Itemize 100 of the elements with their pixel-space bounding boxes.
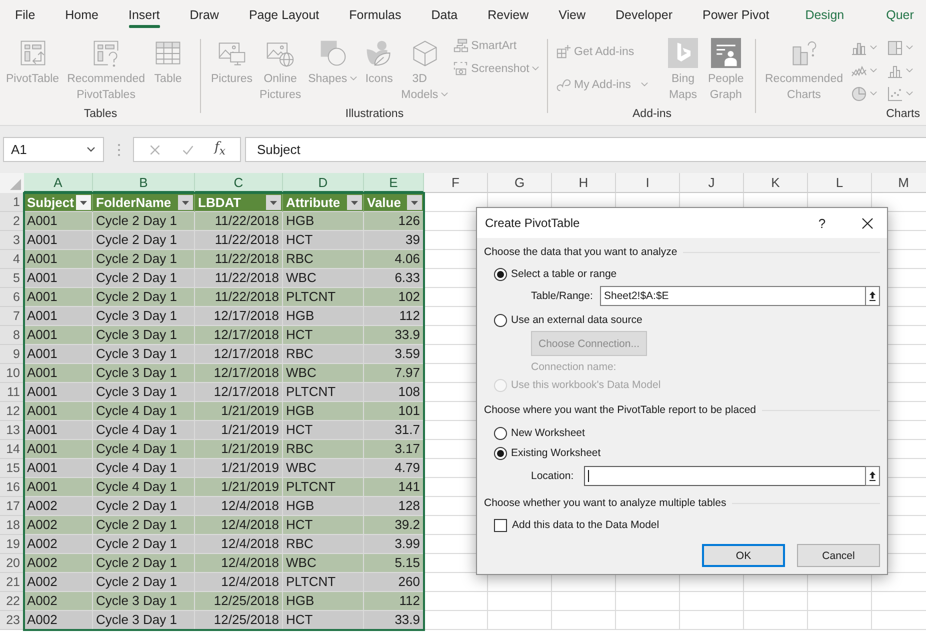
row-header[interactable]: 23 (0, 611, 24, 630)
dialog-title: Create PivotTable (485, 216, 581, 230)
table-cell: Cycle 2 Day 1 (93, 231, 195, 250)
filter-dropdown-icon[interactable] (266, 194, 281, 210)
table-cell: 3.99 (364, 535, 424, 554)
row-header[interactable]: 18 (0, 516, 24, 535)
column-header[interactable]: J (680, 173, 744, 193)
column-header[interactable]: M (872, 173, 926, 193)
row-header[interactable]: 3 (0, 231, 24, 250)
filter-dropdown-icon[interactable] (347, 194, 362, 210)
row-header[interactable]: 4 (0, 250, 24, 269)
table-cell: 101 (364, 402, 424, 421)
name-box[interactable]: A1 (3, 137, 104, 162)
column-header[interactable]: A (24, 173, 93, 193)
table-cell: Cycle 3 Day 1 (93, 345, 195, 364)
cross-icon[interactable] (148, 144, 160, 156)
column-header[interactable]: I (616, 173, 680, 193)
row-header[interactable]: 1 (0, 193, 24, 212)
row-header[interactable]: 8 (0, 326, 24, 345)
ok-button[interactable]: OK (702, 544, 785, 567)
row-header[interactable]: 15 (0, 459, 24, 478)
table-cell: RBC (283, 535, 364, 554)
table-cell: 4.06 (364, 250, 424, 269)
insert-function-button[interactable]: f$_{x}$ (214, 140, 226, 158)
row-header[interactable]: 7 (0, 307, 24, 326)
checkbox[interactable] (494, 518, 507, 532)
column-header[interactable]: H (552, 173, 616, 193)
radio-button[interactable] (494, 314, 507, 326)
table-cell: RBC (283, 440, 364, 459)
table-cell: 11/22/2018 (195, 250, 283, 269)
row-header[interactable]: 10 (0, 364, 24, 383)
filter-dropdown-icon[interactable] (76, 194, 91, 210)
table-cell: Cycle 2 Day 1 (93, 250, 195, 269)
radio-button[interactable] (494, 268, 507, 280)
filter-dropdown-icon[interactable] (407, 194, 422, 210)
table-cell: A001 (24, 402, 93, 421)
row-header[interactable]: 13 (0, 421, 24, 440)
row-header[interactable]: 22 (0, 592, 24, 611)
row-header[interactable]: 17 (0, 497, 24, 516)
table-cell: 141 (364, 478, 424, 497)
table-cell: A001 (24, 421, 93, 440)
collapse-button[interactable] (865, 286, 880, 306)
caret-icon[interactable] (87, 147, 95, 152)
column-header[interactable]: B (93, 173, 195, 193)
column-header[interactable]: K (744, 173, 808, 193)
field-label: Table/Range: (531, 290, 594, 302)
table-cell: 1/21/2019 (195, 459, 283, 478)
row-header[interactable]: 21 (0, 573, 24, 592)
select-all-icon[interactable] (0, 173, 24, 193)
collapse-button[interactable] (865, 466, 880, 486)
radio-button[interactable] (494, 426, 507, 440)
cancel-button[interactable]: Cancel (797, 544, 880, 567)
row-header[interactable]: 20 (0, 554, 24, 573)
row-header[interactable]: 6 (0, 288, 24, 307)
table-cell: HCT (283, 611, 364, 630)
check-icon[interactable] (182, 144, 194, 156)
table-cell: Cycle 4 Day 1 (93, 402, 195, 421)
filter-dropdown-icon[interactable] (178, 194, 193, 210)
table-cell: A002 (24, 535, 93, 554)
row-header[interactable]: 16 (0, 478, 24, 497)
text-cursor (588, 470, 589, 482)
group-label: Illustrations (344, 107, 405, 122)
row-header[interactable]: 19 (0, 535, 24, 554)
location-field[interactable] (584, 466, 865, 486)
table-cell: 5.15 (364, 554, 424, 573)
help-button[interactable]: ? (812, 211, 832, 235)
column-header[interactable]: C (195, 173, 283, 193)
radio-label[interactable]: New Worksheet (511, 427, 585, 439)
row-header[interactable]: 14 (0, 440, 24, 459)
formula-field[interactable]: Subject (245, 137, 926, 162)
column-header[interactable]: G (488, 173, 552, 193)
row-header[interactable]: 5 (0, 269, 24, 288)
radio-label[interactable]: Use an external data source (511, 314, 642, 326)
b-tile-icon (668, 38, 698, 68)
row-header[interactable]: 2 (0, 212, 24, 231)
column-header[interactable]: E (364, 173, 424, 193)
table-cell: 39.2 (364, 516, 424, 535)
radio-label[interactable]: Select a table or range (511, 268, 617, 280)
header-label: Value (367, 194, 401, 210)
checkbox-label[interactable]: Add this data to the Data Model (512, 519, 660, 531)
table-cell: A001 (24, 250, 93, 269)
table-cell: Cycle 2 Day 1 (93, 554, 195, 573)
row-header[interactable]: 12 (0, 402, 24, 421)
row-header[interactable]: 11 (0, 383, 24, 402)
grip-dots-icon (117, 143, 121, 157)
column-header[interactable]: F (424, 173, 488, 193)
table-cell: 128 (364, 497, 424, 516)
column-header[interactable]: D (283, 173, 364, 193)
caret-icon (441, 92, 448, 97)
table-cell: WBC (283, 269, 364, 288)
table-cell: 12/17/2018 (195, 364, 283, 383)
radio-label[interactable]: Existing Worksheet (511, 447, 601, 459)
table-cell: 11/22/2018 (195, 212, 283, 231)
radio-button[interactable] (494, 446, 507, 460)
table-cell: 11/22/2018 (195, 269, 283, 288)
row-header[interactable]: 9 (0, 345, 24, 364)
range-field[interactable]: Sheet2!$A:$E (600, 286, 865, 306)
table-cell: 6.33 (364, 269, 424, 288)
table-cell: 1/21/2019 (195, 478, 283, 497)
column-header[interactable]: L (808, 173, 872, 193)
